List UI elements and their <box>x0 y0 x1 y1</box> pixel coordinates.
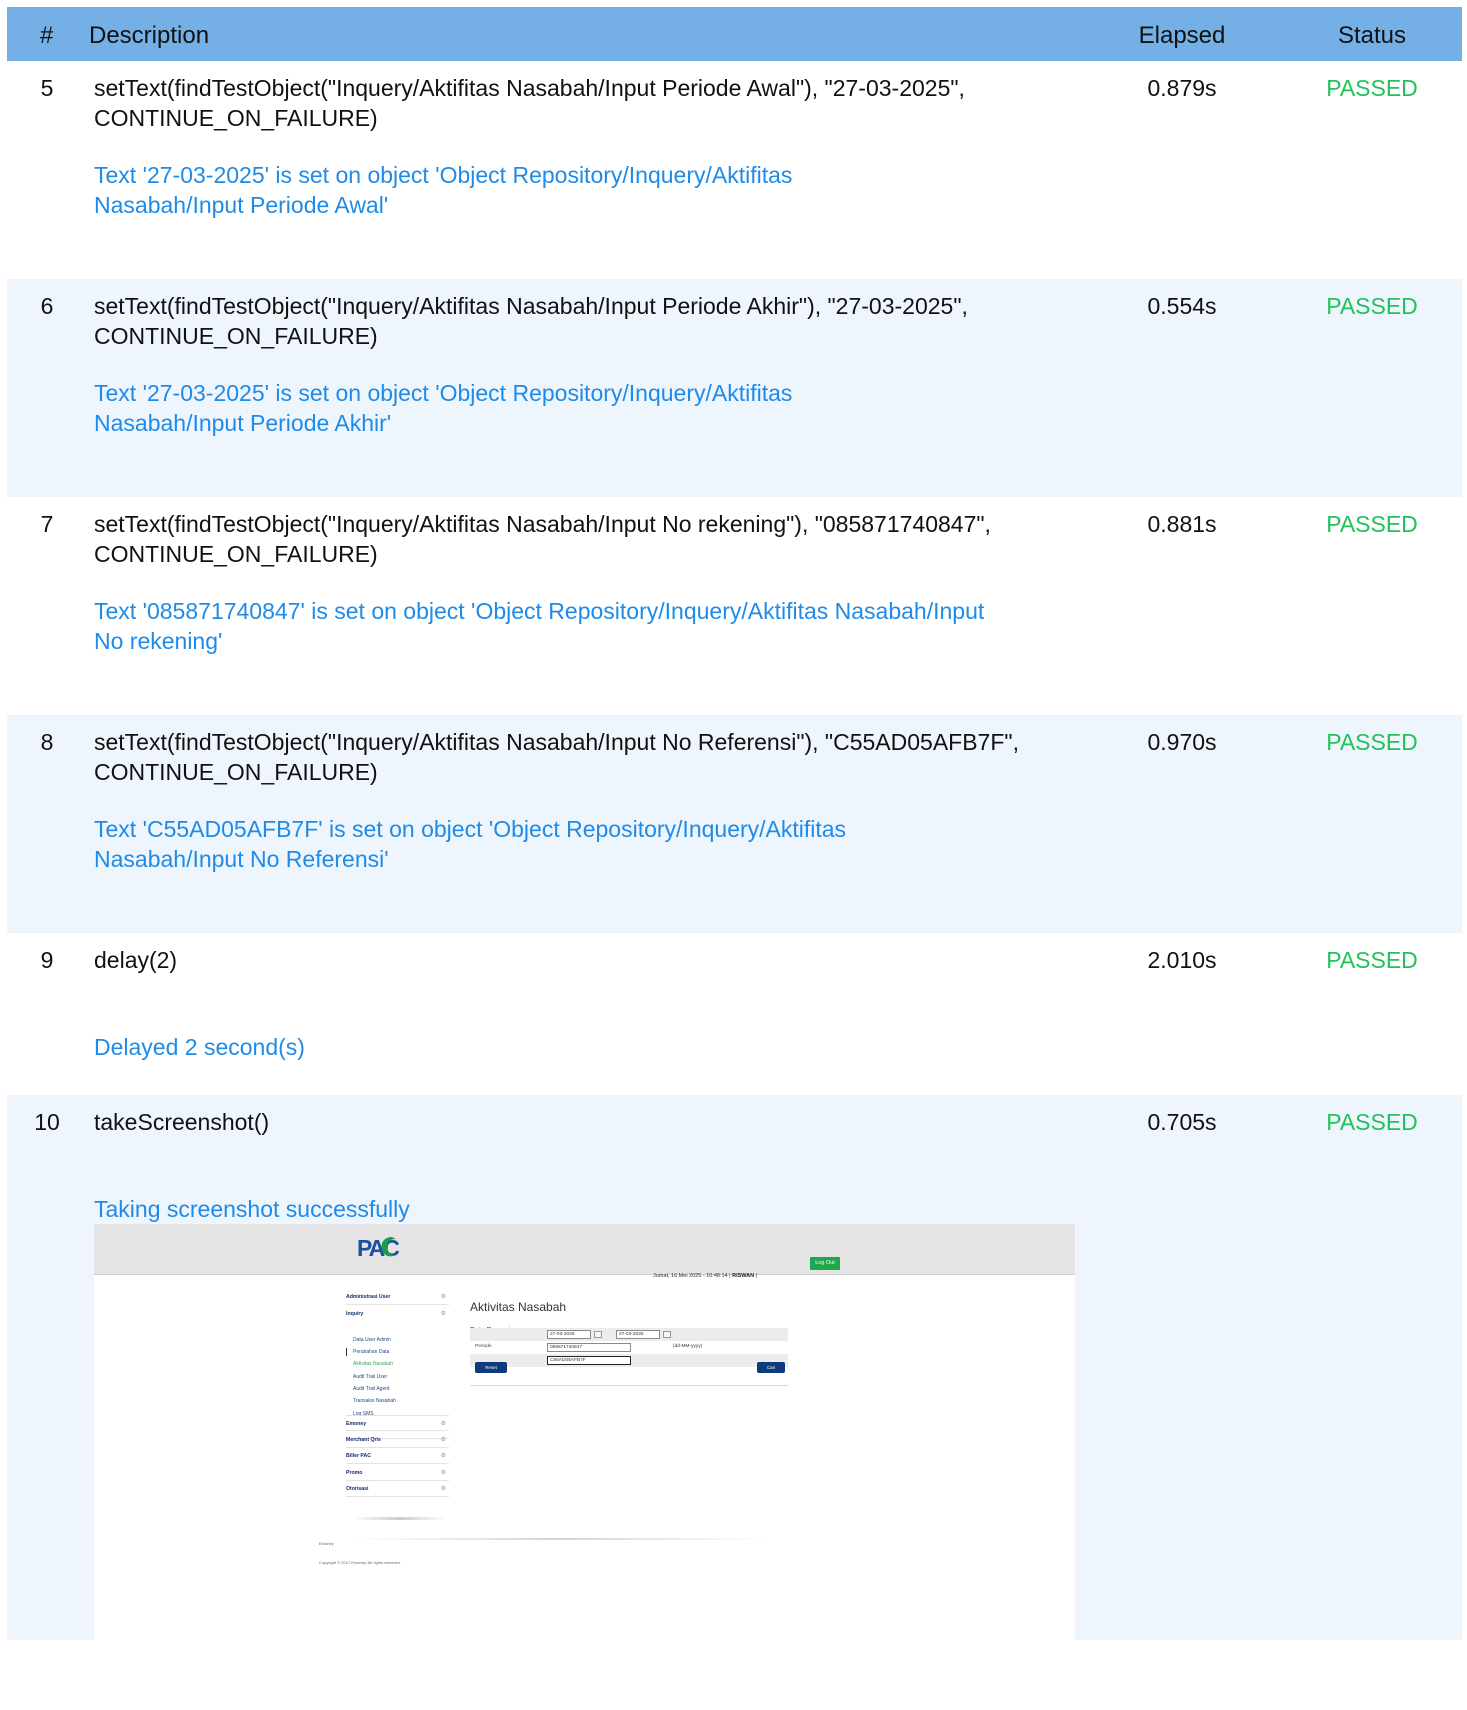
menu-label: Emoney <box>346 1421 367 1427</box>
table-row: 5 setText(findTestObject("Inquery/Aktifi… <box>7 61 1462 279</box>
row-elapsed: 0.879s <box>1147 75 1217 101</box>
row-description: setText(findTestObject("Inquery/Aktifita… <box>94 511 991 567</box>
row-description: setText(findTestObject("Inquery/Aktifita… <box>94 729 1019 785</box>
table-row: 10 takeScreenshot() Taking screenshot su… <box>7 1095 1462 1640</box>
header-number: # <box>40 22 54 49</box>
active-indicator <box>346 1348 347 1356</box>
row-elapsed: 0.970s <box>1147 729 1217 755</box>
row-log-message: Delayed 2 second(s) <box>94 1034 305 1060</box>
row-log-message: Text '085871740847' is set on object 'Ob… <box>94 598 985 654</box>
no-referensi-input[interactable]: C55AD05AFB7F <box>547 1356 631 1365</box>
test-report: # Description Elapsed Status 5 setText(f… <box>7 7 1462 1640</box>
separator: | <box>755 1273 758 1279</box>
menu-label: Merchant Qris <box>346 1437 381 1443</box>
calendar-icon[interactable] <box>594 1331 602 1338</box>
row-status: PASSED <box>1326 1109 1418 1135</box>
menu-administrasi-user[interactable]: Administrasi User ⚙ <box>346 1289 449 1305</box>
footer-divider <box>352 1538 767 1540</box>
menu-label: Inquiry <box>346 1311 364 1317</box>
cari-button[interactable]: Cari <box>757 1362 785 1373</box>
row-status: PASSED <box>1326 947 1418 973</box>
screenshot-image: PAC Jumat, 16 Mei 2025 - 10:48:14 | RISW… <box>94 1224 1075 1640</box>
sidebar-shadow <box>352 1517 447 1520</box>
header-description: Description <box>89 22 210 49</box>
reset-button[interactable]: Reset <box>475 1362 507 1373</box>
row-status: PASSED <box>1326 293 1418 319</box>
row-number: 7 <box>40 511 54 537</box>
header-elapsed: Elapsed <box>1138 22 1226 49</box>
row-elapsed: 2.010s <box>1147 947 1217 973</box>
table-row: 7 setText(findTestObject("Inquery/Aktifi… <box>7 497 1462 715</box>
sidebar-menu: Administrasi User ⚙ Inquiry ⚙ Data User Ad… <box>346 1289 449 1516</box>
gear-icon: ⚙ <box>440 1486 446 1492</box>
row-number: 10 <box>34 1109 60 1135</box>
row-number: 8 <box>40 729 54 755</box>
calendar-icon[interactable] <box>663 1331 671 1338</box>
row-log-message: Text '27-03-2025' is set on object 'Obje… <box>94 162 793 218</box>
no-rekening-input[interactable]: 085871740847 <box>547 1343 631 1352</box>
row-elapsed: 0.705s <box>1147 1109 1217 1135</box>
row-status: PASSED <box>1326 511 1418 537</box>
table-header: # Description Elapsed Status <box>7 7 1462 61</box>
table-row: 8 setText(findTestObject("Inquery/Aktifi… <box>7 715 1462 933</box>
row-log-message: Text '27-03-2025' is set on object 'Obje… <box>94 380 793 436</box>
periode-awal-input[interactable]: 27-03-2025 <box>547 1330 591 1339</box>
row-number: 6 <box>40 293 54 319</box>
row-description: takeScreenshot() <box>94 1109 270 1135</box>
menu-label: Otorisasi <box>346 1486 369 1492</box>
gear-icon: ⚙ <box>440 1311 446 1317</box>
form-row-periode: Periode 27-03-2025 s/d 27-03-2025 (dd-MM… <box>470 1328 788 1349</box>
row-description: setText(findTestObject("Inquery/Aktifita… <box>94 75 965 131</box>
menu-label: Biller PAC <box>346 1453 371 1459</box>
row-status: PASSED <box>1326 729 1418 755</box>
footer-copyright: Copyright © 2017 Emoney. All rights rese… <box>319 1560 401 1565</box>
menu-promo[interactable]: Promo ⚙ <box>346 1465 449 1481</box>
logout-button[interactable]: Log Out <box>810 1257 840 1270</box>
periode-akhir-input[interactable]: 27-03-2025 <box>616 1330 660 1339</box>
menu-merchant-qris[interactable]: Merchant Qris ⚙ <box>346 1432 449 1448</box>
table-row: 6 setText(findTestObject("Inquery/Aktifi… <box>7 279 1462 497</box>
menu-otorisasi[interactable]: Otorisasi ⚙ <box>346 1481 449 1497</box>
username: RISWAN <box>732 1273 755 1279</box>
row-status: PASSED <box>1326 75 1418 101</box>
row-description: setText(findTestObject("Inquery/Aktifita… <box>94 293 968 349</box>
datetime-text: Jumat, 16 Mei 2025 - 10:48:14 | <box>653 1273 731 1279</box>
user-datetime: Jumat, 16 Mei 2025 - 10:48:14 | RISWAN | <box>653 1261 757 1291</box>
app-topbar: PAC Jumat, 16 Mei 2025 - 10:48:14 | RISW… <box>94 1224 1075 1279</box>
gear-icon: ⚙ <box>440 1294 446 1300</box>
form-row-referensi: No Referensi C55AD05AFB7F <box>470 1354 788 1375</box>
row-log-message: Text 'C55AD05AFB7F' is set on object 'Ob… <box>94 816 847 872</box>
row-number: 9 <box>40 947 54 973</box>
row-elapsed: 0.554s <box>1147 293 1217 319</box>
row-log-message: Taking screenshot successfully <box>94 1196 410 1222</box>
menu-label: Promo <box>346 1470 363 1476</box>
gear-icon: ⚙ <box>440 1453 446 1459</box>
table-row: 9 delay(2) Delayed 2 second(s) 2.010s PA… <box>7 933 1462 1095</box>
menu-emoney[interactable]: Emoney ⚙ <box>346 1415 449 1431</box>
menu-inquiry[interactable]: Inquiry ⚙ <box>346 1306 449 1322</box>
row-elapsed: 0.881s <box>1147 511 1217 537</box>
header-status: Status <box>1337 22 1407 49</box>
gear-icon: ⚙ <box>440 1470 446 1476</box>
pac-logo: PAC <box>357 1235 401 1261</box>
gear-icon: ⚙ <box>440 1421 446 1427</box>
menu-label: Administrasi User <box>346 1294 391 1300</box>
row-number: 5 <box>40 75 54 101</box>
menu-biller-pac[interactable]: Biller PAC ⚙ <box>346 1448 449 1464</box>
form-row-rekening: No Rekening 085871740847 <box>470 1341 788 1362</box>
gear-icon: ⚙ <box>440 1437 446 1443</box>
divider <box>470 1385 788 1386</box>
row-description: delay(2) <box>94 947 178 973</box>
